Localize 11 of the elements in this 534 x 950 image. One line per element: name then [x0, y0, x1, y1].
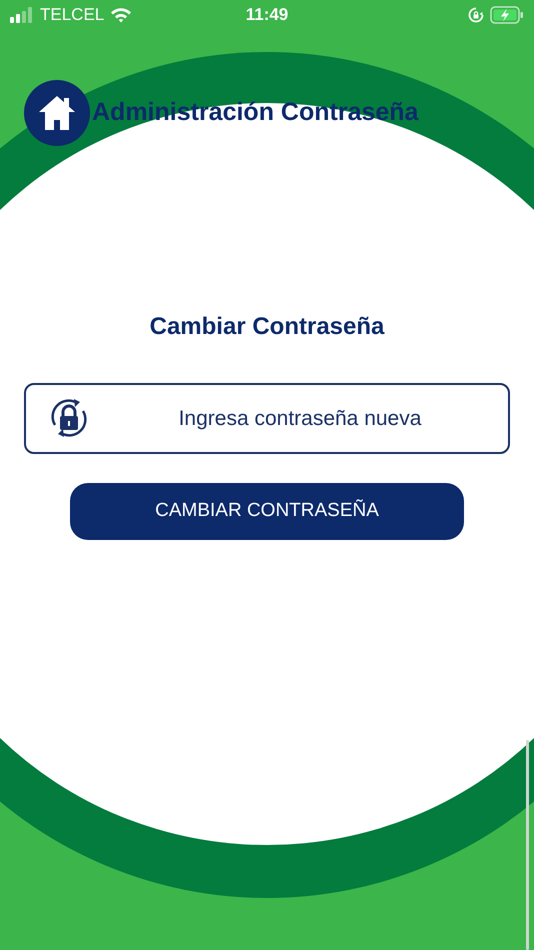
rotation-lock-icon	[468, 7, 484, 23]
home-icon	[37, 93, 77, 133]
clock-time: 11:49	[244, 4, 290, 26]
signal-icon	[10, 7, 34, 23]
battery-charging-icon	[490, 6, 524, 24]
change-password-button[interactable]: CAMBIAR CONTRASEÑA	[70, 483, 464, 540]
home-button[interactable]	[24, 80, 90, 146]
password-field[interactable]: Ingresa contraseña nueva	[24, 383, 510, 454]
wifi-icon	[110, 7, 132, 23]
carrier-name: TELCEL	[40, 4, 104, 26]
section-heading: Cambiar Contraseña	[148, 312, 386, 342]
